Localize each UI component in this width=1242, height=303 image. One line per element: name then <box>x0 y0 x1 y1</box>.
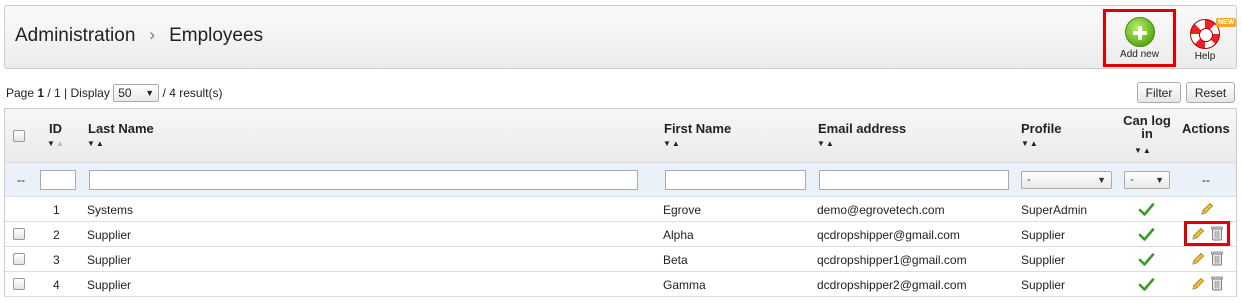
cell-profile: Supplier <box>1021 253 1066 267</box>
checkmark-icon[interactable] <box>1138 251 1155 268</box>
table-header: ID ▼▲ Last Name ▼▲ First Name ▼▲ Email a… <box>5 109 1236 163</box>
filter-first-name-input[interactable] <box>665 170 806 190</box>
sort-arrows-icon[interactable]: ▼▲ <box>663 139 681 148</box>
filter-actions-marker: -- <box>1202 173 1210 187</box>
filter-button[interactable]: Filter <box>1137 82 1181 103</box>
filter-row-marker: -- <box>17 173 25 187</box>
column-header-email: Email address <box>818 121 907 136</box>
sort-arrows-icon[interactable]: ▼▲ <box>47 139 65 148</box>
cell-last-name: Supplier <box>87 228 132 242</box>
table-row[interactable]: 1 Systems Egrove demo@egrovetech.com SuperAd… <box>5 197 1236 222</box>
reset-button[interactable]: Reset <box>1186 82 1235 103</box>
cell-profile: Supplier <box>1021 278 1066 292</box>
table-row[interactable]: 4 Supplier Gamma dcdropshipper2@gmail.com Su… <box>5 272 1236 297</box>
can-log-in-line2: in <box>1141 126 1153 141</box>
sort-arrows-icon[interactable]: ▼▲ <box>87 139 105 148</box>
cell-id: 2 <box>53 228 60 242</box>
table-row[interactable]: 2 Supplier Alpha qcdropshipper@gmail.com Sup… <box>5 222 1236 247</box>
sort-arrows-icon[interactable]: ▼▲ <box>1134 146 1152 155</box>
cell-last-name: Supplier <box>87 253 132 267</box>
cell-email: qcdropshipper1@gmail.com <box>817 253 967 267</box>
cell-id: 4 <box>53 278 60 292</box>
checkmark-icon[interactable] <box>1138 276 1155 293</box>
filter-profile-value: - <box>1027 174 1031 186</box>
sort-arrows-icon[interactable]: ▼▲ <box>1021 139 1039 148</box>
cell-profile: Supplier <box>1021 228 1066 242</box>
filter-can-log-select[interactable]: - ▼ <box>1124 171 1170 189</box>
column-header-profile: Profile <box>1021 121 1062 136</box>
chevron-right-icon: › <box>149 25 156 44</box>
cell-email: qcdropshipper@gmail.com <box>817 228 960 242</box>
cell-profile: SuperAdmin <box>1021 203 1088 217</box>
pagination-bar: Page 1 / 1 | Display 50 ▼ / 4 result(s) <box>6 83 223 103</box>
column-header-can-log-in: Can log in <box>1117 114 1177 140</box>
chevron-down-icon: ▼ <box>145 88 155 98</box>
page-title: Employees <box>169 25 264 46</box>
results-count: / 4 result(s) <box>159 86 223 100</box>
trash-icon[interactable] <box>1211 276 1223 291</box>
cell-first-name: Alpha <box>663 228 694 242</box>
row-select-checkbox[interactable] <box>13 253 25 265</box>
highlight-box <box>1184 221 1230 246</box>
cell-last-name: Supplier <box>87 278 132 292</box>
column-header-actions: Actions <box>1182 121 1230 136</box>
page-prefix: Page <box>6 86 38 100</box>
employees-table: ID ▼▲ Last Name ▼▲ First Name ▼▲ Email a… <box>4 108 1237 297</box>
page-suffix: / 1 | Display <box>44 86 114 100</box>
lifebuoy-icon: NEW <box>1190 18 1237 49</box>
breadcrumb: Administration › Employees <box>15 25 263 47</box>
display-count-value: 50 <box>118 86 132 100</box>
new-badge: NEW <box>1216 18 1237 27</box>
row-select-checkbox[interactable] <box>13 228 25 240</box>
cell-id: 1 <box>53 203 60 217</box>
column-header-id: ID <box>49 121 62 136</box>
column-header-last-name: Last Name <box>88 121 154 136</box>
cell-first-name: Beta <box>663 253 688 267</box>
breadcrumb-root[interactable]: Administration <box>15 25 135 47</box>
pencil-icon[interactable] <box>1200 202 1214 216</box>
display-count-select[interactable]: 50 ▼ <box>113 84 160 102</box>
filter-profile-select[interactable]: - ▼ <box>1021 171 1112 189</box>
trash-icon[interactable] <box>1211 251 1223 266</box>
column-header-first-name: First Name <box>664 121 732 136</box>
cell-last-name: Systems <box>87 203 134 217</box>
chevron-down-icon: ▼ <box>1097 175 1106 185</box>
help-label: Help <box>1194 51 1216 62</box>
checkmark-icon[interactable] <box>1138 201 1155 218</box>
filter-email-input[interactable] <box>819 170 1009 190</box>
pencil-icon[interactable] <box>1191 277 1205 291</box>
cell-first-name: Gamma <box>663 278 706 292</box>
sort-arrows-icon[interactable]: ▼▲ <box>817 139 835 148</box>
filter-can-log-value: - <box>1130 174 1134 186</box>
filter-id-input[interactable] <box>40 170 76 190</box>
pencil-icon[interactable] <box>1191 252 1205 266</box>
cell-id: 3 <box>53 253 60 267</box>
cell-first-name: Egrove <box>663 203 702 217</box>
chevron-down-icon: ▼ <box>1155 175 1164 185</box>
table-row[interactable]: 3 Supplier Beta qcdropshipper1@gmail.com Sup… <box>5 247 1236 272</box>
plus-circle-icon <box>1124 17 1155 47</box>
cell-email: dcdropshipper2@gmail.com <box>817 278 967 292</box>
row-select-checkbox[interactable] <box>13 278 25 290</box>
add-new-label: Add new <box>1120 49 1159 60</box>
filter-last-name-input[interactable] <box>89 170 638 190</box>
cell-email: demo@egrovetech.com <box>817 203 945 217</box>
page-header: Administration › Employees Add new NEW H… <box>4 5 1237 69</box>
page-number: 1 <box>37 86 45 100</box>
select-all-checkbox[interactable] <box>13 130 25 142</box>
help-button[interactable]: NEW Help <box>1183 15 1237 67</box>
checkmark-icon[interactable] <box>1138 226 1155 243</box>
add-new-button[interactable]: Add new <box>1103 9 1176 67</box>
